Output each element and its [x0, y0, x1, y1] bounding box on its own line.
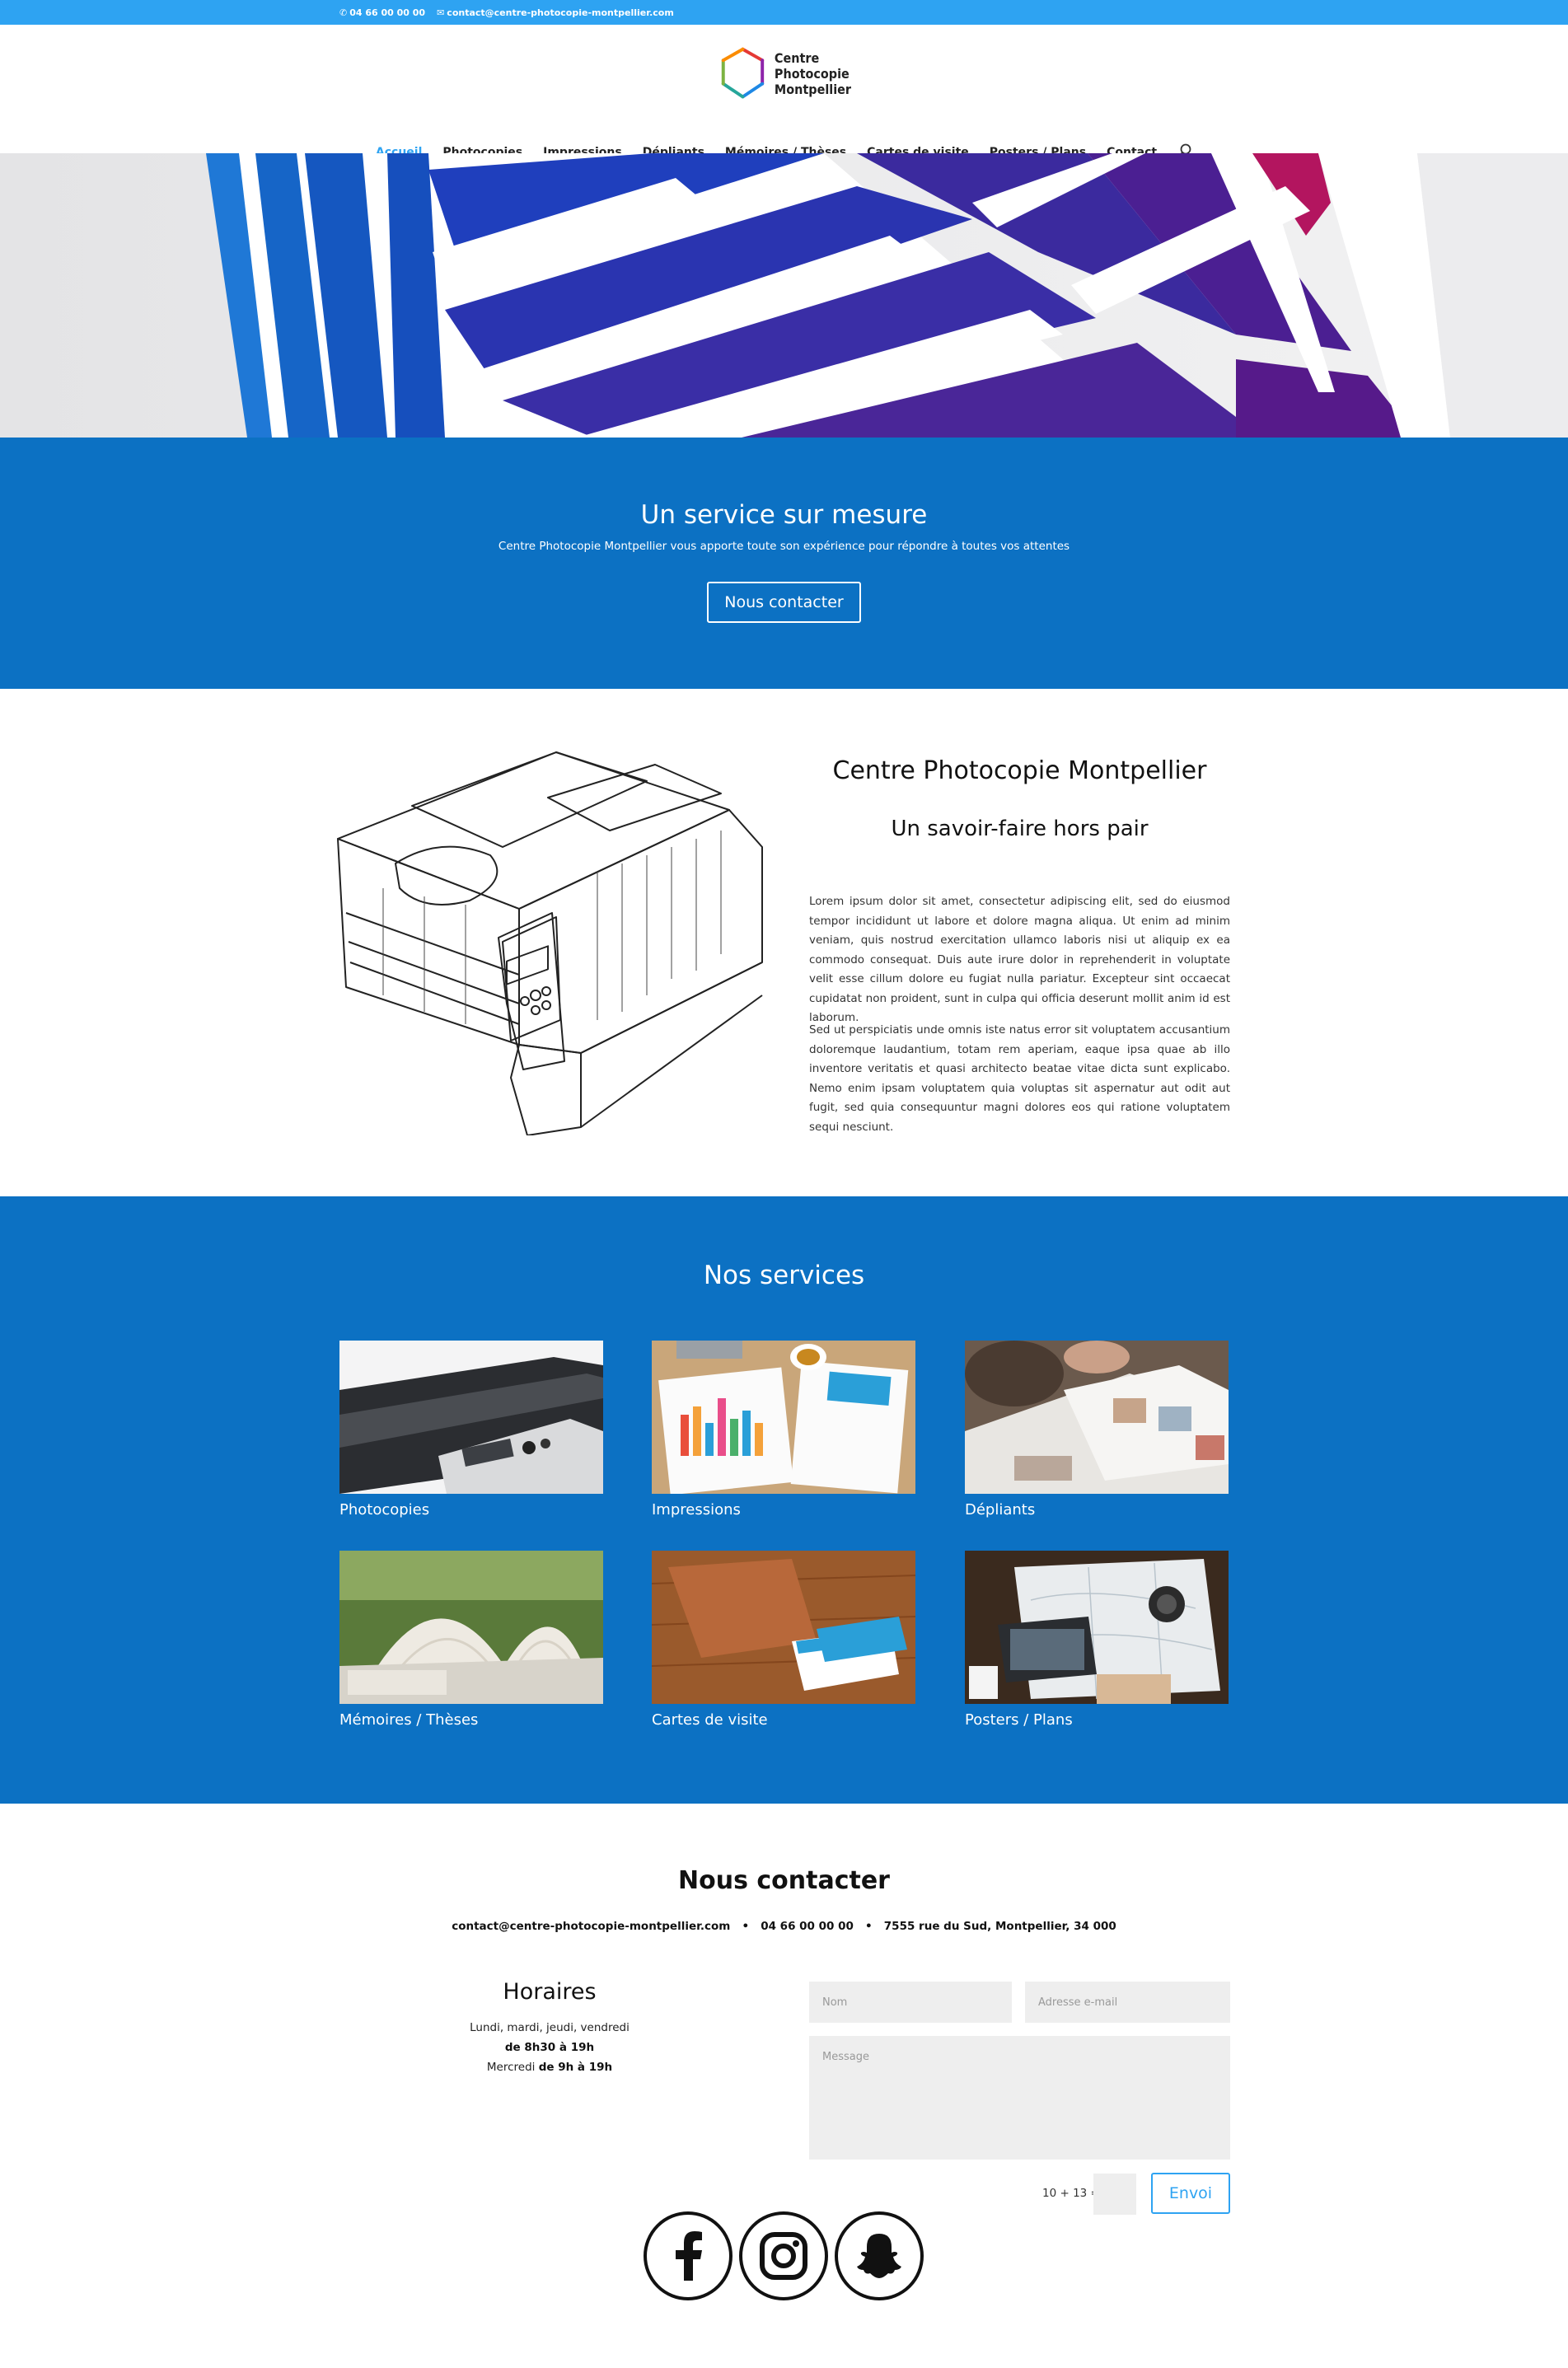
- hours-wednesday: Mercredi de 9h à 19h: [486, 2061, 613, 2074]
- posters-plans-image: [965, 1551, 1229, 1704]
- hexagon-logo-icon: [721, 47, 765, 99]
- service-label: Dépliants: [965, 1501, 1036, 1519]
- captcha-question: 10 + 13 =: [1042, 2187, 1100, 2200]
- hours-title: Horaires: [503, 1979, 597, 2005]
- phone-icon: ✆: [339, 7, 348, 18]
- contact-phone[interactable]: 04 66 00 00 00: [761, 1920, 854, 1933]
- topbar-phone[interactable]: ✆ 04 66 00 00 00: [339, 7, 425, 18]
- contact-address: 7555 rue du Sud, Montpellier, 34 000: [883, 1920, 1116, 1933]
- about-title: Centre Photocopie Montpellier: [832, 756, 1207, 785]
- service-card-posters-plans[interactable]: Posters / Plans: [965, 1551, 1229, 1729]
- memoires-theses-image: [339, 1551, 603, 1704]
- services-title: Nos services: [703, 1261, 865, 1290]
- cartes-de-visite-image: [652, 1551, 915, 1704]
- top-bar: ✆ 04 66 00 00 00 ✉ contact@centre-photocop…: [0, 0, 1568, 25]
- hours-days: Lundi, mardi, jeudi, vendredi: [470, 2021, 630, 2034]
- contact-email[interactable]: contact@centre-photocopie-montpellier.co…: [452, 1920, 730, 1933]
- contact-title: Nous contacter: [678, 1866, 890, 1895]
- separator: •: [865, 1920, 873, 1933]
- impressions-image: [652, 1341, 915, 1494]
- site-header: Centre Photocopie Montpellier Accueil Ph…: [0, 25, 1568, 159]
- contact-us-button[interactable]: Nous contacter: [707, 582, 861, 623]
- depliants-image: [965, 1341, 1229, 1494]
- slider-dots: [766, 400, 798, 406]
- captcha-input[interactable]: [1093, 2174, 1136, 2215]
- facebook-icon[interactable]: [644, 2211, 733, 2300]
- social-icons: [644, 2211, 924, 2300]
- cta-section: Un service sur mesure Centre Photocopie …: [0, 438, 1568, 689]
- logo-text: Centre Photocopie Montpellier: [774, 49, 851, 97]
- service-label: Mémoires / Thèses: [339, 1711, 479, 1729]
- service-label: Impressions: [652, 1501, 741, 1519]
- instagram-icon[interactable]: [739, 2211, 828, 2300]
- service-label: Posters / Plans: [965, 1711, 1073, 1729]
- message-field[interactable]: Message: [809, 2036, 1230, 2160]
- send-button[interactable]: Envoi: [1151, 2173, 1230, 2214]
- topbar-email[interactable]: ✉ contact@centre-photocopie-montpellier.c…: [437, 7, 674, 18]
- about-paragraph-1: Lorem ipsum dolor sit amet, consectetur …: [809, 895, 1230, 1024]
- service-card-depliants[interactable]: Dépliants: [965, 1341, 1229, 1519]
- about-section: Centre Photocopie Montpellier Un savoir-…: [0, 689, 1568, 1196]
- service-label: Cartes de visite: [652, 1711, 768, 1729]
- service-card-memoires-theses[interactable]: Mémoires / Thèses: [339, 1551, 603, 1729]
- snapchat-icon[interactable]: [835, 2211, 924, 2300]
- hero-slider: [0, 153, 1568, 438]
- service-card-photocopies[interactable]: Photocopies: [339, 1341, 603, 1519]
- envelope-icon: ✉: [437, 7, 445, 18]
- slider-dot-1[interactable]: [766, 400, 772, 406]
- about-subtitle: Un savoir-faire hors pair: [891, 817, 1149, 841]
- printer-sketch-image: [337, 751, 763, 1135]
- contact-section: Nous contacter contact@centre-photocopie…: [0, 1804, 1568, 2368]
- email-field[interactable]: Adresse e-mail: [1025, 1982, 1230, 2023]
- photocopies-image: [339, 1341, 603, 1494]
- contact-info-line: contact@centre-photocopie-montpellier.co…: [0, 1920, 1568, 1933]
- name-field[interactable]: Nom: [809, 1982, 1012, 2023]
- color-swatch-fan-image: [0, 153, 1568, 438]
- service-card-cartes-de-visite[interactable]: Cartes de visite: [652, 1551, 915, 1729]
- about-paragraph-2: Sed ut perspiciatis unde omnis iste natu…: [809, 1023, 1230, 1134]
- site-logo[interactable]: Centre Photocopie Montpellier: [719, 38, 851, 109]
- slider-dot-2[interactable]: [779, 400, 785, 406]
- services-section: Nos services Photocopies Impressions Dép…: [0, 1196, 1568, 1804]
- slider-dot-3[interactable]: [793, 400, 798, 406]
- cta-subtitle: Centre Photocopie Montpellier vous appor…: [498, 540, 1070, 553]
- hours-time-1: de 8h30 à 19h: [504, 2041, 595, 2054]
- service-card-impressions[interactable]: Impressions: [652, 1341, 915, 1519]
- separator: •: [742, 1920, 750, 1933]
- cta-title: Un service sur mesure: [640, 500, 928, 530]
- service-label: Photocopies: [339, 1501, 430, 1519]
